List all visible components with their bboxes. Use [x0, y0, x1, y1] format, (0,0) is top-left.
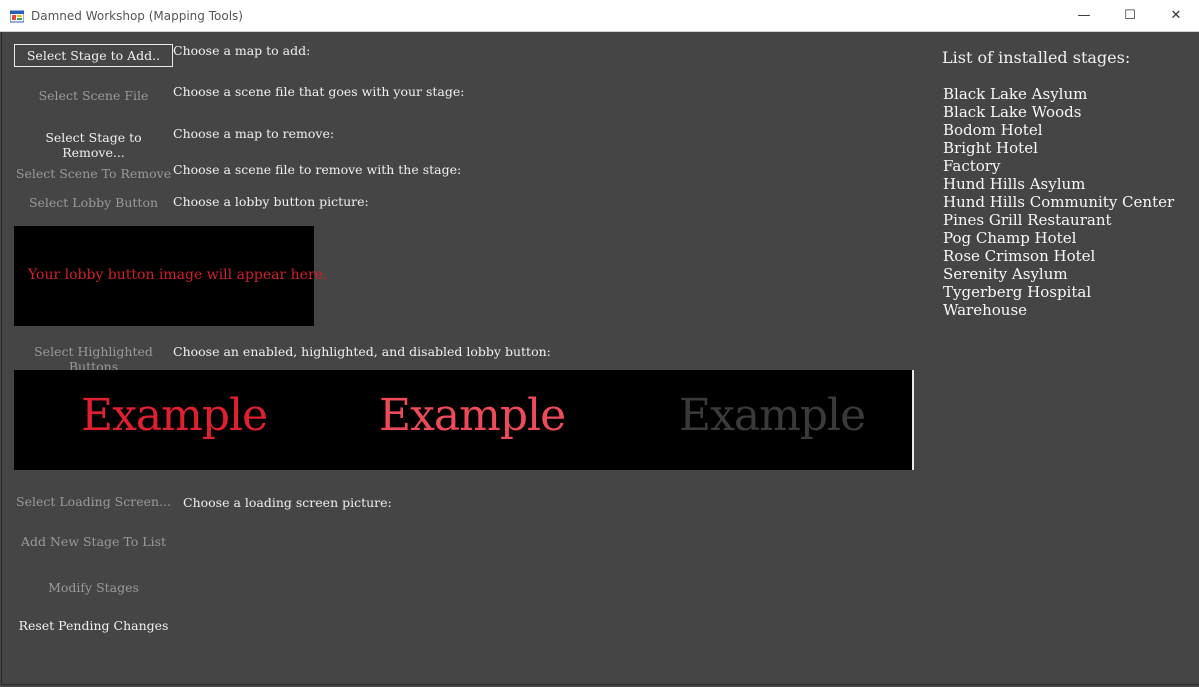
- select-scene-file-button[interactable]: Select Scene File: [14, 88, 173, 103]
- stage-item[interactable]: Bright Hotel: [943, 139, 1174, 157]
- stage-item[interactable]: Pines Grill Restaurant: [943, 211, 1174, 229]
- choose-scene-remove-label: Choose a scene file to remove with the s…: [173, 162, 462, 177]
- choose-map-remove-label: Choose a map to remove:: [173, 126, 335, 141]
- select-stage-to-add-button[interactable]: Select Stage to Add..: [14, 44, 173, 67]
- lobby-preview-placeholder: Your lobby button image will appear here…: [28, 267, 328, 283]
- select-lobby-button-button[interactable]: Select Lobby Button: [14, 195, 173, 210]
- close-button[interactable]: ✕: [1153, 0, 1199, 32]
- highlighted-buttons-preview: Example Example Example: [14, 370, 914, 470]
- select-loading-screen-button[interactable]: Select Loading Screen...: [14, 494, 173, 509]
- stage-item[interactable]: Bodom Hotel: [943, 121, 1174, 139]
- select-stage-to-remove-button[interactable]: Select Stage to Remove...: [14, 130, 173, 160]
- lobby-button-preview: Your lobby button image will appear here…: [14, 226, 327, 326]
- window-title: Damned Workshop (Mapping Tools): [31, 9, 243, 23]
- minimize-button[interactable]: —: [1061, 0, 1107, 32]
- choose-loading-label: Choose a loading screen picture:: [183, 495, 392, 510]
- choose-lobby-picture-label: Choose a lobby button picture:: [173, 194, 369, 209]
- title-bar: Damned Workshop (Mapping Tools) — ☐ ✕: [0, 0, 1199, 32]
- stage-item[interactable]: Hund Hills Community Center: [943, 193, 1174, 211]
- app-icon: [10, 10, 24, 23]
- example-disabled: Example: [679, 390, 866, 441]
- stage-item[interactable]: Factory: [943, 157, 1174, 175]
- modify-stages-button[interactable]: Modify Stages: [14, 580, 173, 595]
- stage-item[interactable]: Pog Champ Hotel: [943, 229, 1174, 247]
- stage-item[interactable]: Rose Crimson Hotel: [943, 247, 1174, 265]
- stage-item[interactable]: Hund Hills Asylum: [943, 175, 1174, 193]
- installed-stages-list: Black Lake Asylum Black Lake Woods Bodom…: [943, 85, 1174, 319]
- installed-stages-title: List of installed stages:: [942, 48, 1131, 67]
- stage-item[interactable]: Black Lake Asylum: [943, 85, 1174, 103]
- choose-map-add-label: Choose a map to add:: [173, 43, 311, 58]
- example-highlighted: Example: [379, 390, 566, 441]
- select-scene-to-remove-button[interactable]: Select Scene To Remove: [14, 166, 173, 181]
- add-new-stage-button[interactable]: Add New Stage To List: [14, 534, 173, 549]
- choose-scene-file-label: Choose a scene file that goes with your …: [173, 84, 465, 99]
- example-enabled: Example: [81, 390, 268, 441]
- reset-pending-changes-button[interactable]: Reset Pending Changes: [14, 618, 173, 633]
- stage-item[interactable]: Tygerberg Hospital: [943, 283, 1174, 301]
- choose-highlighted-label: Choose an enabled, highlighted, and disa…: [173, 344, 551, 359]
- stage-item[interactable]: Serenity Asylum: [943, 265, 1174, 283]
- maximize-button[interactable]: ☐: [1107, 0, 1153, 32]
- stage-item[interactable]: Warehouse: [943, 301, 1174, 319]
- stage-item[interactable]: Black Lake Woods: [943, 103, 1174, 121]
